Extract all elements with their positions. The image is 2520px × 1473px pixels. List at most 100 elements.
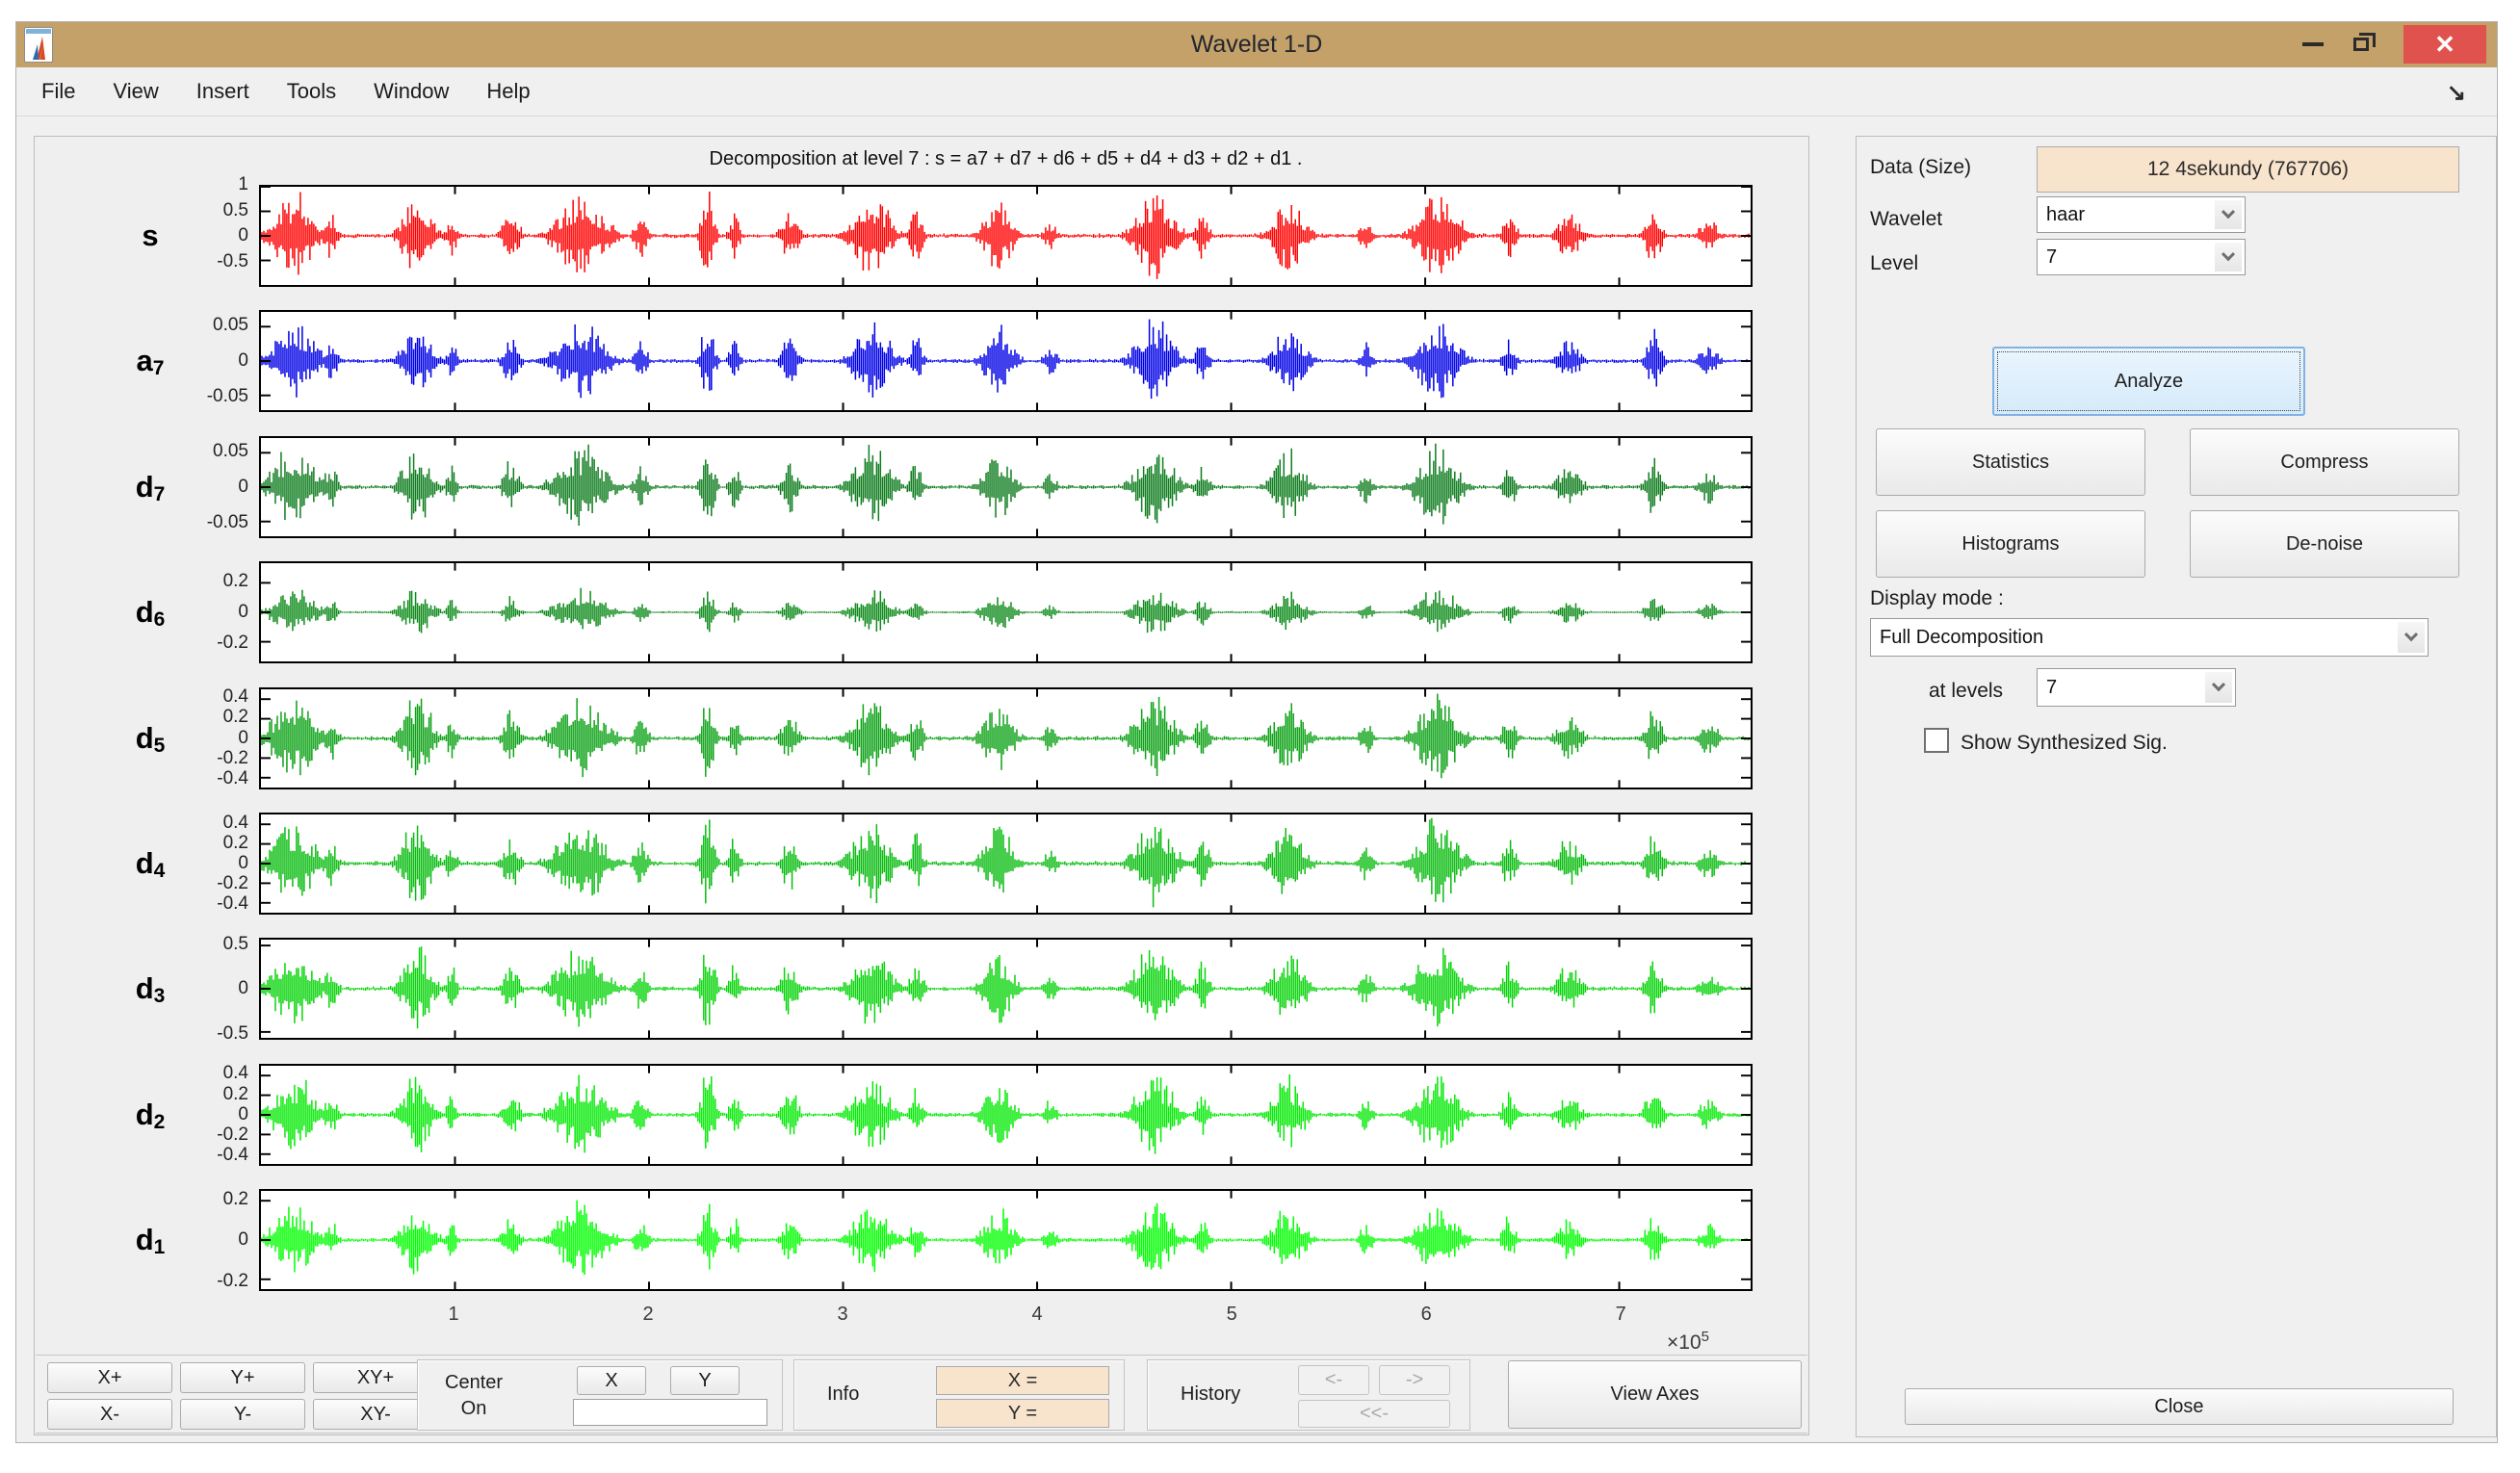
center-on-input[interactable]	[573, 1399, 767, 1426]
restore-icon	[2353, 38, 2369, 51]
history-back-button[interactable]: <-	[1298, 1365, 1369, 1395]
compress-button[interactable]: Compress	[2190, 428, 2459, 496]
history-label: History	[1181, 1383, 1240, 1406]
close-window-button[interactable]: ✕	[2403, 25, 2486, 64]
axes-s	[259, 185, 1753, 287]
y-tick-label: 0.2	[158, 833, 248, 854]
minimize-button[interactable]	[2291, 25, 2335, 64]
y-tick-label: 0	[158, 853, 248, 874]
history-back-all-button[interactable]: <<-	[1298, 1400, 1450, 1428]
axes-d1	[259, 1189, 1753, 1291]
menu-bar: File View Insert Tools Window Help ↘	[16, 67, 2497, 116]
restore-button[interactable]	[2339, 25, 2383, 64]
waveform-d5	[261, 689, 1751, 788]
y-tick-label: 0	[158, 978, 248, 999]
app-window: Wavelet 1-D ✕ File View Insert Tools Window H…	[15, 21, 2498, 1443]
close-icon: ✕	[2434, 32, 2455, 57]
level-dropdown[interactable]: 7	[2037, 239, 2246, 275]
y-tick-label: 0.5	[158, 200, 248, 221]
zoom-x-minus-button[interactable]: X-	[47, 1399, 172, 1430]
x-tick-label-5: 5	[1212, 1304, 1251, 1326]
wavelet-label: Wavelet	[1870, 208, 1942, 231]
waveform-d7	[261, 438, 1751, 536]
menu-item-window[interactable]: Window	[374, 79, 449, 104]
bottom-toolbar: X+ Y+ XY+ X- Y- XY- Center On X Y Info	[36, 1355, 1807, 1434]
info-y-field: Y =	[936, 1399, 1109, 1428]
title-bar: Wavelet 1-D ✕	[16, 22, 2497, 67]
menu-item-file[interactable]: File	[41, 79, 75, 104]
at-levels-label: at levels	[1929, 680, 2003, 703]
plot-row-a7: a70.050-0.05	[35, 310, 1808, 412]
zoom-y-minus-button[interactable]: Y-	[180, 1399, 305, 1430]
waveform-d3	[261, 940, 1751, 1038]
plot-row-s: s10.50-0.5	[35, 185, 1808, 287]
y-tick-label: 0	[158, 1229, 248, 1251]
plot-row-d4: d40.40.20-0.2-0.4	[35, 813, 1808, 915]
y-tick-label: -0.2	[158, 1124, 248, 1146]
show-synthesized-checkbox[interactable]	[1924, 728, 1949, 753]
waveform-d2	[261, 1066, 1751, 1164]
y-tick-label: 0.5	[158, 934, 248, 955]
statistics-button[interactable]: Statistics	[1876, 428, 2145, 496]
waveform-d6	[261, 563, 1751, 661]
y-tick-label: -0.4	[158, 768, 248, 789]
close-button[interactable]: Close	[1905, 1388, 2454, 1425]
denoise-button[interactable]: De-noise	[2190, 510, 2459, 578]
display-mode-value: Full Decomposition	[1880, 619, 2043, 656]
show-synthesized-label: Show Synthesized Sig.	[1961, 732, 2168, 755]
level-label: Level	[1870, 252, 1918, 275]
y-tick-label: -0.2	[158, 748, 248, 769]
y-tick-label: -0.5	[158, 1023, 248, 1045]
axes-d5	[259, 687, 1753, 789]
wavelet-dropdown[interactable]: haar	[2037, 196, 2246, 233]
y-tick-label: 0	[158, 1104, 248, 1125]
center-x-button[interactable]: X	[577, 1366, 646, 1395]
content-area: Decomposition at level 7 : s = a7 + d7 +…	[16, 116, 2497, 1442]
x-tick-label-4: 4	[1018, 1304, 1056, 1326]
zoom-x-plus-button[interactable]: X+	[47, 1362, 172, 1393]
axes-d3	[259, 938, 1753, 1040]
axes-d4	[259, 813, 1753, 915]
analyze-button[interactable]: Analyze	[1992, 347, 2305, 416]
y-tick-label: -0.4	[158, 1145, 248, 1166]
data-size-label: Data (Size)	[1870, 156, 1971, 179]
menu-items: File View Insert Tools Window Help	[16, 79, 531, 104]
plot-row-d3: d30.50-0.5	[35, 938, 1808, 1040]
history-group: History <- -> <<-	[1147, 1359, 1470, 1431]
menu-item-help[interactable]: Help	[486, 79, 530, 104]
y-tick-label: 0.2	[158, 1084, 248, 1105]
y-tick-label: 0.05	[158, 441, 248, 462]
chevron-down-icon	[2205, 672, 2232, 703]
axes-d7	[259, 436, 1753, 538]
center-on-label: Center On	[445, 1372, 503, 1420]
x-tick-label-2: 2	[629, 1304, 667, 1326]
history-forward-button[interactable]: ->	[1379, 1365, 1450, 1395]
x-tick-label-7: 7	[1601, 1304, 1640, 1326]
x-tick-label-1: 1	[434, 1304, 473, 1326]
y-tick-label: 0	[158, 728, 248, 749]
at-levels-dropdown[interactable]: 7	[2037, 668, 2236, 707]
display-mode-dropdown[interactable]: Full Decomposition	[1870, 618, 2429, 657]
display-mode-label: Display mode :	[1870, 587, 2004, 610]
info-group: Info X = Y =	[793, 1359, 1125, 1431]
y-tick-label: -0.2	[158, 1271, 248, 1292]
axes-d2	[259, 1064, 1753, 1166]
menu-item-tools[interactable]: Tools	[287, 79, 336, 104]
zoom-y-plus-button[interactable]: Y+	[180, 1362, 305, 1393]
y-tick-label: -0.05	[158, 512, 248, 533]
y-tick-label: 0	[158, 350, 248, 372]
control-panel: Data (Size) 12 4sekundy (767706) Wavelet…	[1856, 136, 2497, 1437]
menu-item-view[interactable]: View	[113, 79, 158, 104]
y-tick-label: -0.05	[158, 386, 248, 407]
center-y-button[interactable]: Y	[670, 1366, 740, 1395]
y-tick-label: -0.2	[158, 873, 248, 894]
chevron-down-icon	[2215, 200, 2242, 229]
data-size-field: 12 4sekundy (767706)	[2037, 146, 2459, 193]
menu-item-insert[interactable]: Insert	[196, 79, 249, 104]
plot-row-d1: d10.20-0.2	[35, 1189, 1808, 1291]
dock-arrow-icon[interactable]: ↘	[2447, 79, 2466, 107]
y-tick-label: -0.5	[158, 251, 248, 272]
x-tick-label-6: 6	[1407, 1304, 1445, 1326]
histograms-button[interactable]: Histograms	[1876, 510, 2145, 578]
view-axes-button[interactable]: View Axes	[1508, 1360, 1802, 1429]
